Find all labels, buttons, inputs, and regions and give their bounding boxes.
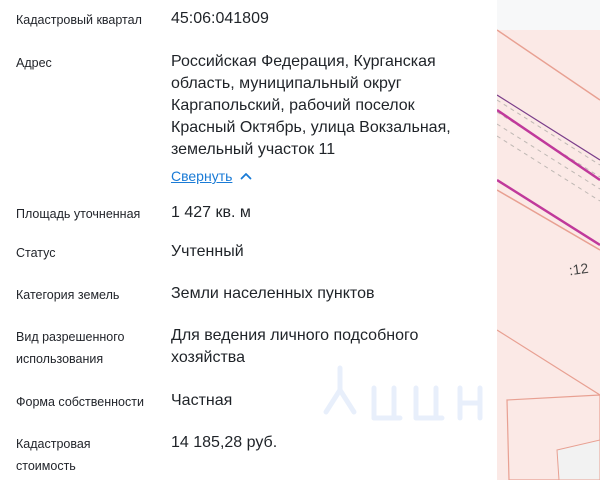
field-value: Частная <box>171 392 233 409</box>
field-label: Статус <box>16 246 56 260</box>
collapse-address-link[interactable]: Свернуть <box>171 166 252 186</box>
field-label: Площадь уточненная <box>16 207 141 221</box>
field-value: 45:06:041809 <box>171 10 269 27</box>
field-label: Кадастровая стоимость <box>16 437 91 473</box>
field-value: Земли населенных пунктов <box>171 285 375 302</box>
parcel-number-label: :12 <box>568 260 590 279</box>
field-value: Для ведения личного подсобного хозяйства <box>171 327 419 366</box>
field-label: Кадастровый квартал <box>16 13 142 27</box>
parcel-map: :12 <box>497 0 600 480</box>
field-value: Российская Федерация, Курганская область… <box>171 53 451 158</box>
map-view[interactable]: :12 <box>497 0 600 480</box>
field-label: Вид разрешенного использования <box>16 330 125 366</box>
field-label: Форма собственности <box>16 395 144 409</box>
field-value: 1 427 кв. м <box>171 204 251 221</box>
collapse-label: Свернуть <box>171 168 233 184</box>
chevron-up-icon <box>241 173 252 180</box>
field-value: 14 185,28 руб. <box>171 434 278 451</box>
field-value: Учтенный <box>171 243 244 260</box>
field-label: Адрес <box>16 56 52 70</box>
field-label: Категория земель <box>16 288 120 302</box>
cadastral-info-panel: Кадастровый квартал 45:06:041809 Адрес Р… <box>0 0 497 480</box>
